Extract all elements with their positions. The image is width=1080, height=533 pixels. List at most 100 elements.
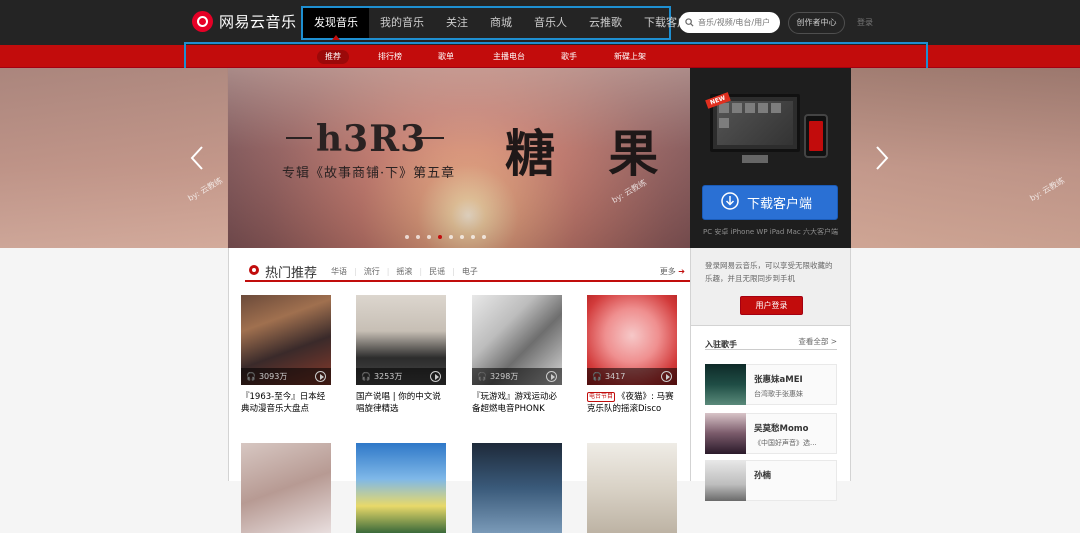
tag-folk[interactable]: 民谣	[425, 266, 449, 277]
nav-discover[interactable]: 发现音乐	[303, 8, 369, 40]
playlist-cover[interactable]	[356, 443, 446, 533]
singer-item[interactable]: 张惠妹aMEI 台湾歌手张惠妹	[705, 364, 837, 405]
banner-dot[interactable]	[438, 235, 442, 239]
banner-dot[interactable]	[427, 235, 431, 239]
subnav-radio[interactable]: 主播电台	[485, 50, 533, 64]
banner-dot[interactable]	[405, 235, 409, 239]
subnav-playlists[interactable]: 歌单	[430, 50, 462, 64]
user-login-button[interactable]: 用户登录	[740, 296, 803, 315]
tag-rock[interactable]: 摇滚	[392, 266, 416, 277]
download-icon	[721, 192, 739, 213]
playlist-card[interactable]: 🎧 3417 电台节目 《夜猫》: 马赛克乐队的摇滚Disco	[587, 295, 677, 415]
subnav-singers[interactable]: 歌手	[553, 50, 585, 64]
play-icon[interactable]	[430, 371, 441, 382]
banner: h3R3 糖 果 专辑《故事商铺·下》第五章 by: 云教练 by: 云教练 b…	[0, 68, 1080, 248]
download-platforms: PC 安卓 iPhone WP iPad Mac 六大客户端	[703, 228, 838, 236]
playlist-cover[interactable]: 🎧 3417	[587, 295, 677, 385]
headphones-icon: 🎧	[361, 372, 371, 381]
nav-cloud-recommend[interactable]: 云推歌	[578, 8, 633, 38]
tag-chinese[interactable]: 华语	[327, 266, 351, 277]
singer-name: 吴莫愁Momo	[754, 424, 809, 434]
hot-recommend-title[interactable]: 热门推荐	[265, 262, 317, 281]
search-box[interactable]	[679, 12, 780, 33]
play-count: 3298万	[489, 372, 519, 381]
singer-name: 孙楠	[754, 471, 772, 481]
playlist-card[interactable]: 🎧 3093万 『1963-至今』日本经典动漫音乐大盘点	[241, 295, 331, 415]
playlist-title[interactable]: 『1963-至今』日本经典动漫音乐大盘点	[241, 391, 331, 415]
play-count: 3417	[604, 372, 626, 381]
play-icon[interactable]	[315, 371, 326, 382]
playlist-card[interactable]: 🎧 3298万 『玩游戏』游戏运动必备超燃电音PHONK	[472, 295, 562, 415]
search-input[interactable]	[698, 18, 776, 27]
banner-next-arrow-icon[interactable]	[875, 146, 889, 170]
singer-name: 张惠妹aMEI	[754, 375, 803, 385]
playlist-title[interactable]: 『玩游戏』游戏运动必备超燃电音PHONK	[472, 391, 562, 415]
playlist-cover[interactable]	[587, 443, 677, 533]
search-icon	[685, 16, 694, 30]
more-link[interactable]: 更多 ➔	[660, 266, 685, 277]
sub-nav: 推荐 排行榜 歌单 主播电台 歌手 新碟上架	[184, 42, 928, 71]
banner-prev-arrow-icon[interactable]	[190, 146, 204, 170]
banner-dash-left	[286, 137, 312, 139]
nav-follow[interactable]: 关注	[435, 8, 479, 38]
singer-item[interactable]: 吴莫愁Momo 《中国好声音》选...	[705, 413, 837, 454]
banner-dot[interactable]	[449, 235, 453, 239]
hot-circle-icon	[249, 265, 259, 275]
playlist-card[interactable]	[587, 443, 677, 533]
playlist-cover[interactable]	[472, 443, 562, 533]
more-label: 更多	[659, 267, 676, 276]
main-nav: 发现音乐 我的音乐 关注 商城 音乐人 云推歌 下载客户端	[301, 6, 699, 40]
headphones-icon: 🎧	[246, 372, 256, 381]
download-button-label: 下载客户端	[747, 197, 813, 212]
banner-subtitle: 专辑《故事商铺·下》第五章	[282, 166, 456, 181]
login-box: 登录网易云音乐，可以享受无限收藏的乐趣，并且无限同步到手机 用户登录	[691, 248, 850, 326]
view-all-singers-link[interactable]: 查看全部 >	[798, 336, 837, 347]
right-sidebar: 登录网易云音乐，可以享受无限收藏的乐趣，并且无限同步到手机 用户登录 入驻歌手 …	[690, 248, 851, 501]
singers-header: 入驻歌手 查看全部 >	[705, 336, 837, 350]
download-panel: NEW 下载客户端 PC 安卓 iPhone WP iPad Mac 六大客户端	[690, 68, 851, 248]
tag-electronic[interactable]: 电子	[458, 266, 482, 277]
subnav-new-albums[interactable]: 新碟上架	[606, 50, 654, 64]
creator-center-button[interactable]: 创作者中心	[788, 12, 845, 34]
logo[interactable]: 网易云音乐	[192, 11, 297, 32]
download-client-button[interactable]: 下载客户端	[702, 185, 838, 220]
subnav-charts[interactable]: 排行榜	[370, 50, 410, 64]
banner-dot[interactable]	[471, 235, 475, 239]
banner-dot[interactable]	[416, 235, 420, 239]
banner-dot[interactable]	[482, 235, 486, 239]
play-count: 3093万	[258, 372, 288, 381]
subnav-recommend[interactable]: 推荐	[317, 50, 349, 64]
nav-musician[interactable]: 音乐人	[523, 8, 578, 38]
headphones-icon: 🎧	[477, 372, 487, 381]
singers-title: 入驻歌手	[705, 340, 737, 349]
netease-music-logo-icon	[192, 11, 213, 32]
playlist-card[interactable]: 🎧 3253万 国产说唱 | 你的中文说唱旋律精选	[356, 295, 446, 415]
singer-description: 《中国好声音》选...	[754, 439, 817, 447]
playlist-card[interactable]	[356, 443, 446, 533]
nav-mall[interactable]: 商城	[479, 8, 523, 38]
avatar	[705, 364, 746, 405]
playlist-title[interactable]: 电台节目 《夜猫》: 马赛克乐队的摇滚Disco	[587, 391, 677, 415]
playlist-card[interactable]	[472, 443, 562, 533]
playlist-cover[interactable]	[241, 443, 331, 533]
monitor-stand	[742, 155, 768, 163]
nav-my-music[interactable]: 我的音乐	[369, 8, 435, 38]
hot-recommend-header: 热门推荐 华语 | 流行 | 摇滚 | 民谣 | 电子 更多 ➔	[245, 260, 690, 282]
brand-name: 网易云音乐	[219, 13, 297, 31]
play-count: 3253万	[373, 372, 403, 381]
playlist-title[interactable]: 国产说唱 | 你的中文说唱旋律精选	[356, 391, 446, 415]
headphones-icon: 🎧	[592, 372, 602, 381]
banner-song-title: 糖 果	[505, 124, 677, 183]
play-icon[interactable]	[661, 371, 672, 382]
mobile-client-illustration	[804, 114, 828, 158]
tag-pop[interactable]: 流行	[360, 266, 384, 277]
playlist-card[interactable]	[241, 443, 331, 533]
playlist-cover[interactable]: 🎧 3298万	[472, 295, 562, 385]
hot-tags: 华语 | 流行 | 摇滚 | 民谣 | 电子	[327, 266, 482, 277]
login-link[interactable]: 登录	[857, 17, 873, 28]
top-bar: 网易云音乐 发现音乐 我的音乐 关注 商城 音乐人 云推歌 下载客户端 创作者中…	[0, 0, 1080, 45]
playlist-cover[interactable]: 🎧 3093万	[241, 295, 331, 385]
playlist-cover[interactable]: 🎧 3253万	[356, 295, 446, 385]
banner-dot[interactable]	[460, 235, 464, 239]
play-icon[interactable]	[546, 371, 557, 382]
